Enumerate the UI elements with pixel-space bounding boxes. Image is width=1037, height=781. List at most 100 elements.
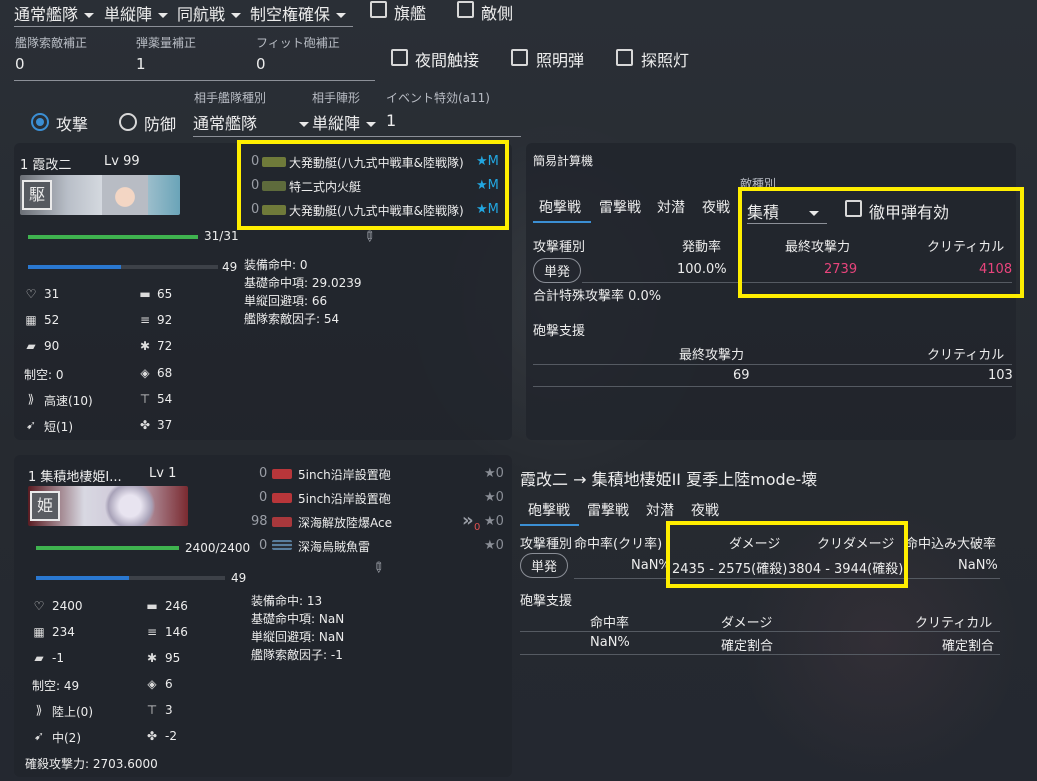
tab-asw[interactable]: 対潜 bbox=[657, 197, 685, 217]
firepower-icon: ▬ bbox=[146, 599, 158, 613]
ship2-equip-accuracy: 装備命中: 13 bbox=[251, 594, 323, 608]
anti-air-icon: ✱ bbox=[139, 339, 151, 353]
fleet-type-select[interactable]: 通常艦隊 bbox=[14, 1, 95, 25]
chevron-down-icon bbox=[84, 13, 95, 18]
total-special-attack-rate: 合計特殊攻撃率 0.0% bbox=[533, 289, 662, 304]
abyssal-torpedo-icon bbox=[272, 540, 292, 550]
enemy-formation-select[interactable]: 単縦陣 bbox=[312, 110, 377, 134]
range-icon: ➹ bbox=[25, 418, 37, 432]
fit-gun-correction-input[interactable]: 0 bbox=[256, 55, 266, 73]
enemy-side-label: 敵側 bbox=[481, 4, 514, 23]
ship1-stat-armor: 52 bbox=[44, 313, 60, 327]
attack-label: 攻撃 bbox=[56, 115, 89, 134]
matchup-support-hit: NaN% bbox=[590, 635, 630, 650]
event-bonus-input[interactable]: 1 bbox=[386, 111, 396, 130]
ship1-stat-aa: 72 bbox=[157, 339, 173, 353]
matchup-support-title: 砲撃支援 bbox=[520, 594, 573, 609]
matchup-tab-shelling[interactable]: 砲撃戦 bbox=[528, 500, 570, 520]
night-contact-checkbox[interactable] bbox=[391, 49, 408, 66]
ship1-stat-air: 制空: 0 bbox=[24, 368, 64, 382]
ship1-level: Lv 99 bbox=[104, 154, 140, 169]
support-col-critical: クリティカル bbox=[927, 348, 1005, 363]
ship1-stat-speed: 高速(10) bbox=[44, 394, 93, 408]
defense-label: 防御 bbox=[144, 115, 177, 134]
ship2-stat-los: 3 bbox=[165, 703, 173, 717]
air-state-select[interactable]: 制空権確保 bbox=[250, 1, 347, 25]
matchup-tab-asw[interactable]: 対潜 bbox=[646, 500, 674, 520]
defense-radio[interactable] bbox=[119, 113, 137, 131]
matchup-support-col-critical: クリティカル bbox=[915, 616, 993, 631]
night-contact-label: 夜間触接 bbox=[415, 51, 480, 70]
matchup-support-col-hit: 命中率 bbox=[590, 616, 630, 631]
enemy-formation-label: 相手陣形 bbox=[312, 91, 361, 105]
ammo-correction-input[interactable]: 1 bbox=[136, 55, 146, 73]
tab-torpedo[interactable]: 雷撃戦 bbox=[599, 197, 641, 217]
enemy-fleet-type-select[interactable]: 通常艦隊 bbox=[193, 110, 310, 134]
searchlight-checkbox[interactable] bbox=[616, 49, 633, 66]
ship1-evasion-term: 単縦回避項: 66 bbox=[244, 294, 328, 308]
highlight-damage bbox=[666, 521, 908, 588]
attack-radio[interactable] bbox=[31, 113, 49, 131]
support-header-divider bbox=[533, 364, 1012, 365]
destroyer-class-icon: 駆 bbox=[22, 180, 52, 210]
attack-type-single-chip[interactable]: 単発 bbox=[533, 258, 582, 283]
ship1-banner-image[interactable]: 駆 bbox=[20, 175, 180, 215]
corrections-underline bbox=[14, 80, 375, 81]
firepower-icon: ▬ bbox=[139, 287, 151, 301]
support-title: 砲撃支援 bbox=[533, 324, 586, 339]
evasion-icon: ▰ bbox=[26, 339, 36, 353]
armor-icon: ▦ bbox=[25, 313, 37, 327]
ship2-evasion-term: 単縦回避項: NaN bbox=[251, 630, 345, 644]
ship1-stat-hp: 31 bbox=[44, 287, 60, 301]
scout-correction-input[interactable]: 0 bbox=[15, 55, 25, 73]
matchup-support-damage: 確定割合 bbox=[721, 639, 774, 654]
flagship-checkbox[interactable] bbox=[370, 1, 387, 18]
ship1-portrait-face bbox=[102, 175, 148, 215]
top-select-underline bbox=[14, 26, 353, 27]
ship2-fuel-bar bbox=[36, 576, 225, 580]
tab-night[interactable]: 夜戦 bbox=[702, 197, 730, 217]
ship2-equip2-proficiency: ★0 bbox=[484, 490, 504, 505]
ship1-los-factor: 艦隊索敵因子: 54 bbox=[244, 312, 340, 326]
line-of-sight-icon: ⊤ bbox=[139, 392, 151, 406]
ship1-stat-luck: 37 bbox=[157, 418, 173, 432]
asw-icon: ◈ bbox=[140, 366, 150, 380]
support-col-final: 最終攻撃力 bbox=[679, 348, 745, 363]
tab-shelling[interactable]: 砲撃戦 bbox=[539, 197, 581, 217]
scout-correction-label: 艦隊索敵補正 bbox=[15, 36, 88, 50]
support-row-divider bbox=[533, 386, 1012, 387]
support-critical-value: 103 bbox=[988, 368, 1013, 383]
ship1-stat-asw: 68 bbox=[157, 366, 173, 380]
ship2-name[interactable]: 1 集積地棲姫I... bbox=[28, 466, 122, 485]
ship1-hp-bar bbox=[28, 235, 198, 239]
ship2-stat-evasion: -1 bbox=[52, 651, 64, 665]
line-of-sight-icon: ⊤ bbox=[146, 703, 158, 717]
matchup-tab-night[interactable]: 夜戦 bbox=[691, 500, 719, 520]
ship2-equip3-name[interactable]: 深海解放陸爆Ace bbox=[298, 514, 392, 531]
chevron-down-icon bbox=[158, 13, 169, 18]
asw-icon: ◈ bbox=[147, 677, 157, 691]
ship1-stat-firepower: 65 bbox=[157, 287, 173, 301]
ship2-equip2-name[interactable]: 5inch沿岸設置砲 bbox=[298, 490, 391, 507]
formation-select[interactable]: 単縦陣 bbox=[104, 1, 169, 25]
ship2-equip4-name[interactable]: 深海烏賊魚雷 bbox=[298, 538, 370, 555]
ship2-base-accuracy: 基礎命中項: NaN bbox=[251, 612, 345, 626]
matchup-tab-torpedo[interactable]: 雷撃戦 bbox=[587, 500, 629, 520]
ship1-fuel-text: 49 bbox=[222, 260, 238, 274]
searchlight-label: 探照灯 bbox=[641, 51, 690, 70]
matchup-single-chip[interactable]: 単発 bbox=[520, 553, 569, 578]
enemy-side-checkbox[interactable] bbox=[457, 1, 474, 18]
ship2-kill-power: 確殺攻撃力: 2703.6000 bbox=[25, 757, 158, 771]
ship2-banner-image[interactable]: 姫 bbox=[28, 486, 188, 526]
ship2-stat-armor: 234 bbox=[52, 625, 75, 639]
matchup-col-type: 攻撃種別 bbox=[520, 537, 573, 552]
flare-checkbox[interactable] bbox=[511, 49, 528, 66]
ship1-name[interactable]: 1 霞改二 bbox=[20, 154, 71, 173]
ship2-equip1-name[interactable]: 5inch沿岸設置砲 bbox=[298, 466, 391, 483]
ship2-equip1-proficiency: ★0 bbox=[484, 466, 504, 481]
ship1-stat-los: 54 bbox=[157, 392, 173, 406]
matchup-support-critical: 確定割合 bbox=[942, 639, 995, 654]
battle-type-select[interactable]: 同航戦 bbox=[177, 1, 242, 25]
ship2-stat-luck: -2 bbox=[165, 729, 177, 743]
ship2-portrait-face bbox=[100, 486, 160, 526]
